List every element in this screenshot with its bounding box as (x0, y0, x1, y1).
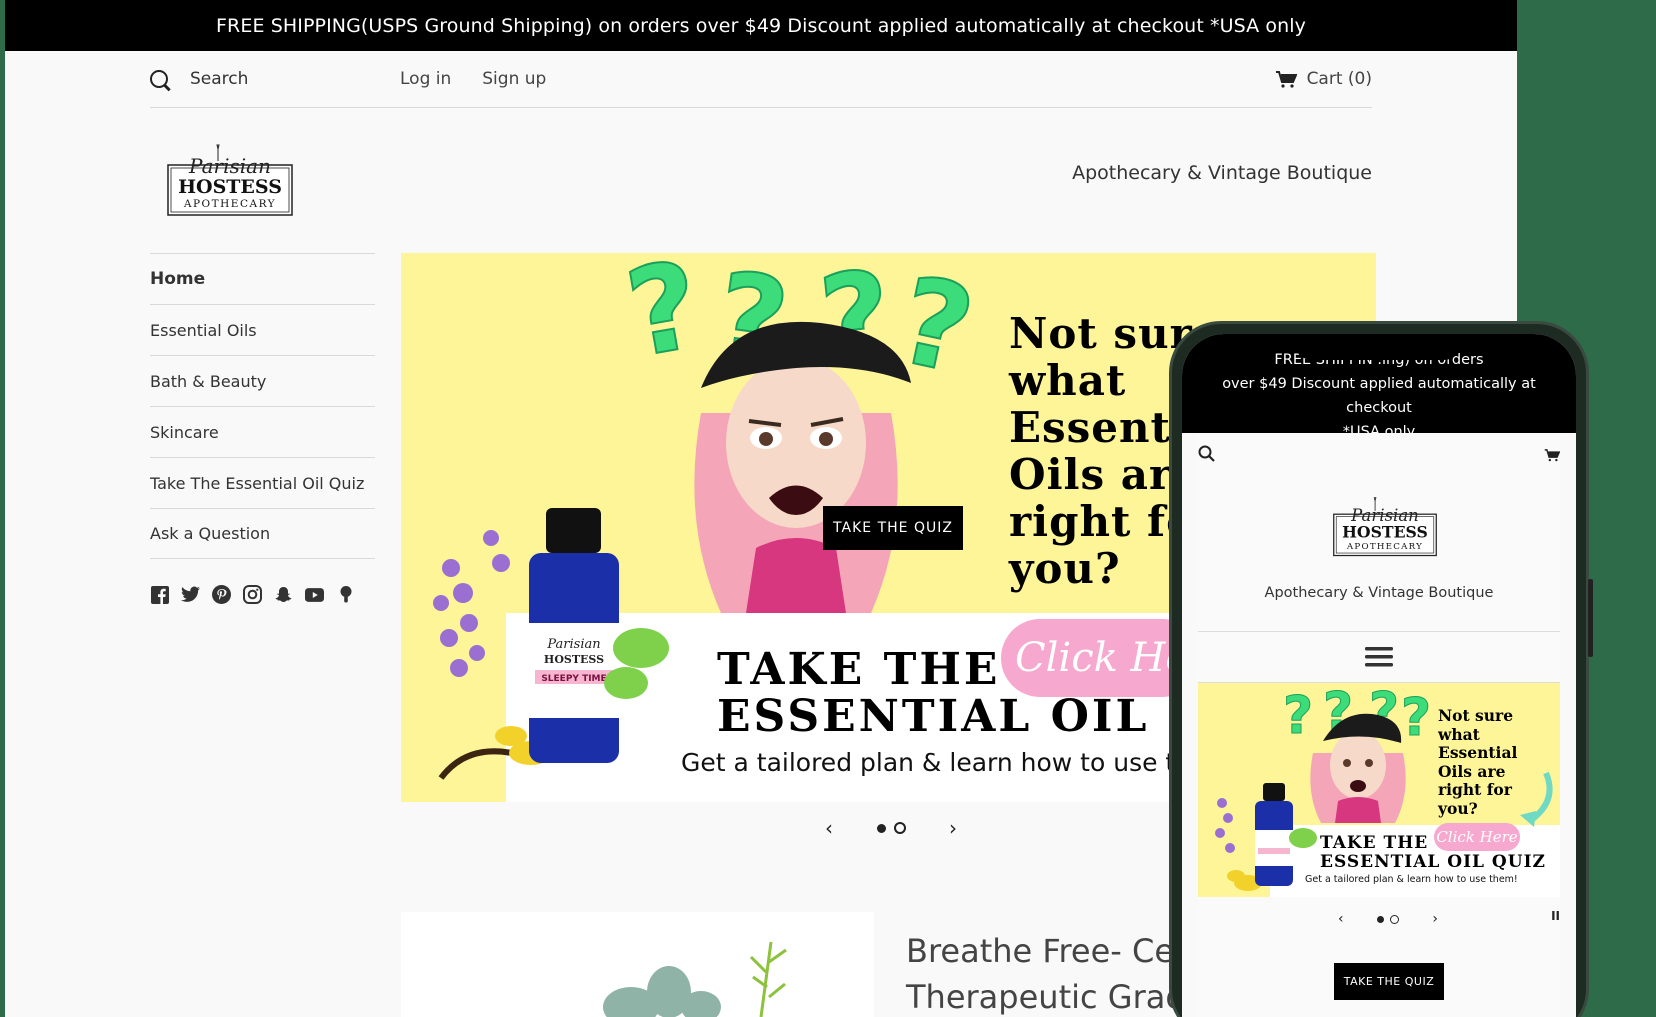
store-tagline: Apothecary & Vintage Boutique (1072, 162, 1372, 184)
cart-icon (1275, 71, 1297, 88)
side-navigation: Home Essential Oils Bath & Beauty Skinca… (150, 253, 375, 604)
pause-slideshow-button[interactable]: II (1551, 909, 1560, 923)
top-bar: Search Log in Sign up Cart (0) (150, 51, 1372, 108)
previous-slide-icon[interactable]: ‹ (825, 816, 833, 840)
snapchat-icon[interactable] (274, 585, 293, 604)
svg-text:SLEEPY TIME: SLEEPY TIME (541, 674, 606, 684)
slide-dots (1377, 914, 1399, 924)
store-logo[interactable]: Parisian HOSTESS APOTHECARY (166, 143, 294, 218)
take-quiz-button[interactable]: TAKE THE QUIZ (1334, 963, 1444, 1000)
facebook-icon[interactable] (150, 585, 169, 604)
phone-screen: FREE SHIPPIN .ing) on orders over $49 Di… (1182, 334, 1576, 1017)
slide-dot-2[interactable] (1390, 914, 1399, 924)
hero-subtitle: Get a tailored plan & learn how to use t… (1305, 874, 1518, 885)
search-icon[interactable] (1198, 445, 1216, 463)
phone-notch (1294, 334, 1462, 360)
search-placeholder[interactable]: Search (190, 69, 248, 89)
essential-oil-bottle-illustration: Parisian HOSTESS SLEEPY TIME (433, 508, 669, 780)
store-tagline: Apothecary & Vintage Boutique (1264, 585, 1494, 601)
youtube-icon[interactable] (305, 585, 324, 604)
store-logo[interactable]: Parisian HOSTESS APOTHECARY (1332, 496, 1438, 558)
search-icon[interactable] (150, 70, 168, 88)
podcast-icon[interactable] (336, 585, 355, 604)
phone-page: Parisian HOSTESS APOTHECARY Apothecary &… (1198, 433, 1560, 1017)
confused-character-illustration (694, 321, 911, 613)
svg-text:HOSTESS: HOSTESS (178, 176, 282, 198)
nav-item-ask-question[interactable]: Ask a Question (150, 508, 375, 559)
signup-link[interactable]: Sign up (482, 69, 546, 89)
mobile-menu-toggle[interactable] (1198, 631, 1560, 683)
svg-text:?: ? (1401, 688, 1431, 748)
svg-text:APOTHECARY: APOTHECARY (1346, 542, 1423, 552)
hero-question: Not sure what Essential Oils are right f… (1438, 706, 1518, 818)
next-slide-icon[interactable]: › (949, 816, 957, 840)
svg-text:?: ? (1283, 686, 1313, 746)
slideshow-controls: ‹ › (1338, 911, 1438, 927)
hamburger-menu-icon[interactable] (1365, 646, 1393, 668)
social-links (150, 585, 375, 604)
announcement-bar: FREE SHIPPING(USPS Ground Shipping) on o… (5, 0, 1517, 51)
curved-arrow-icon (1520, 771, 1553, 827)
search-field[interactable]: Search (150, 69, 400, 89)
hero-subtitle: Get a tailored plan & learn how to use t… (681, 748, 1217, 777)
svg-text:HOSTESS: HOSTESS (1342, 522, 1428, 541)
svg-text:APOTHECARY: APOTHECARY (183, 198, 276, 210)
slide-dot-1[interactable] (1377, 915, 1384, 923)
svg-text:Parisian: Parisian (546, 637, 600, 652)
twitter-icon[interactable] (181, 585, 200, 604)
next-slide-icon[interactable]: › (1432, 911, 1438, 927)
phone-side-button (1588, 579, 1593, 657)
svg-text:Parisian: Parisian (188, 154, 271, 178)
slide-dot-2[interactable] (893, 822, 906, 834)
login-link[interactable]: Log in (400, 69, 451, 89)
slideshow-controls: ‹ › (825, 816, 957, 840)
hero-quiz-heading: TAKE THE ESSENTIAL OIL QUIZ (1320, 833, 1546, 872)
phone-hero-slide[interactable]: ? ? ? ? Not sure what Essential Oils are… (1198, 683, 1560, 897)
instagram-icon[interactable] (243, 585, 262, 604)
svg-text:HOSTESS: HOSTESS (544, 653, 604, 666)
cart-icon[interactable] (1544, 447, 1560, 463)
featured-product-image[interactable] (401, 912, 874, 1017)
phone-mockup: FREE SHIPPIN .ing) on orders over $49 Di… (1169, 321, 1593, 1017)
nav-item-bath-beauty[interactable]: Bath & Beauty (150, 355, 375, 406)
nav-item-oil-quiz[interactable]: Take The Essential Oil Quiz (150, 457, 375, 508)
nav-item-essential-oils[interactable]: Essential Oils (150, 304, 375, 355)
cart-link[interactable]: Cart (0) (1275, 69, 1372, 89)
slide-dot-1[interactable] (876, 823, 886, 833)
essential-oil-bottle-illustration (1215, 783, 1317, 891)
announcement-text: FREE SHIPPING(USPS Ground Shipping) on o… (216, 14, 1306, 37)
slide-dots (876, 822, 906, 834)
pinterest-icon[interactable] (212, 585, 231, 604)
previous-slide-icon[interactable]: ‹ (1338, 911, 1344, 927)
cart-label[interactable]: Cart (0) (1307, 69, 1372, 89)
nav-item-home[interactable]: Home (150, 253, 375, 304)
nav-item-skincare[interactable]: Skincare (150, 406, 375, 457)
take-quiz-button[interactable]: TAKE THE QUIZ (823, 506, 963, 550)
